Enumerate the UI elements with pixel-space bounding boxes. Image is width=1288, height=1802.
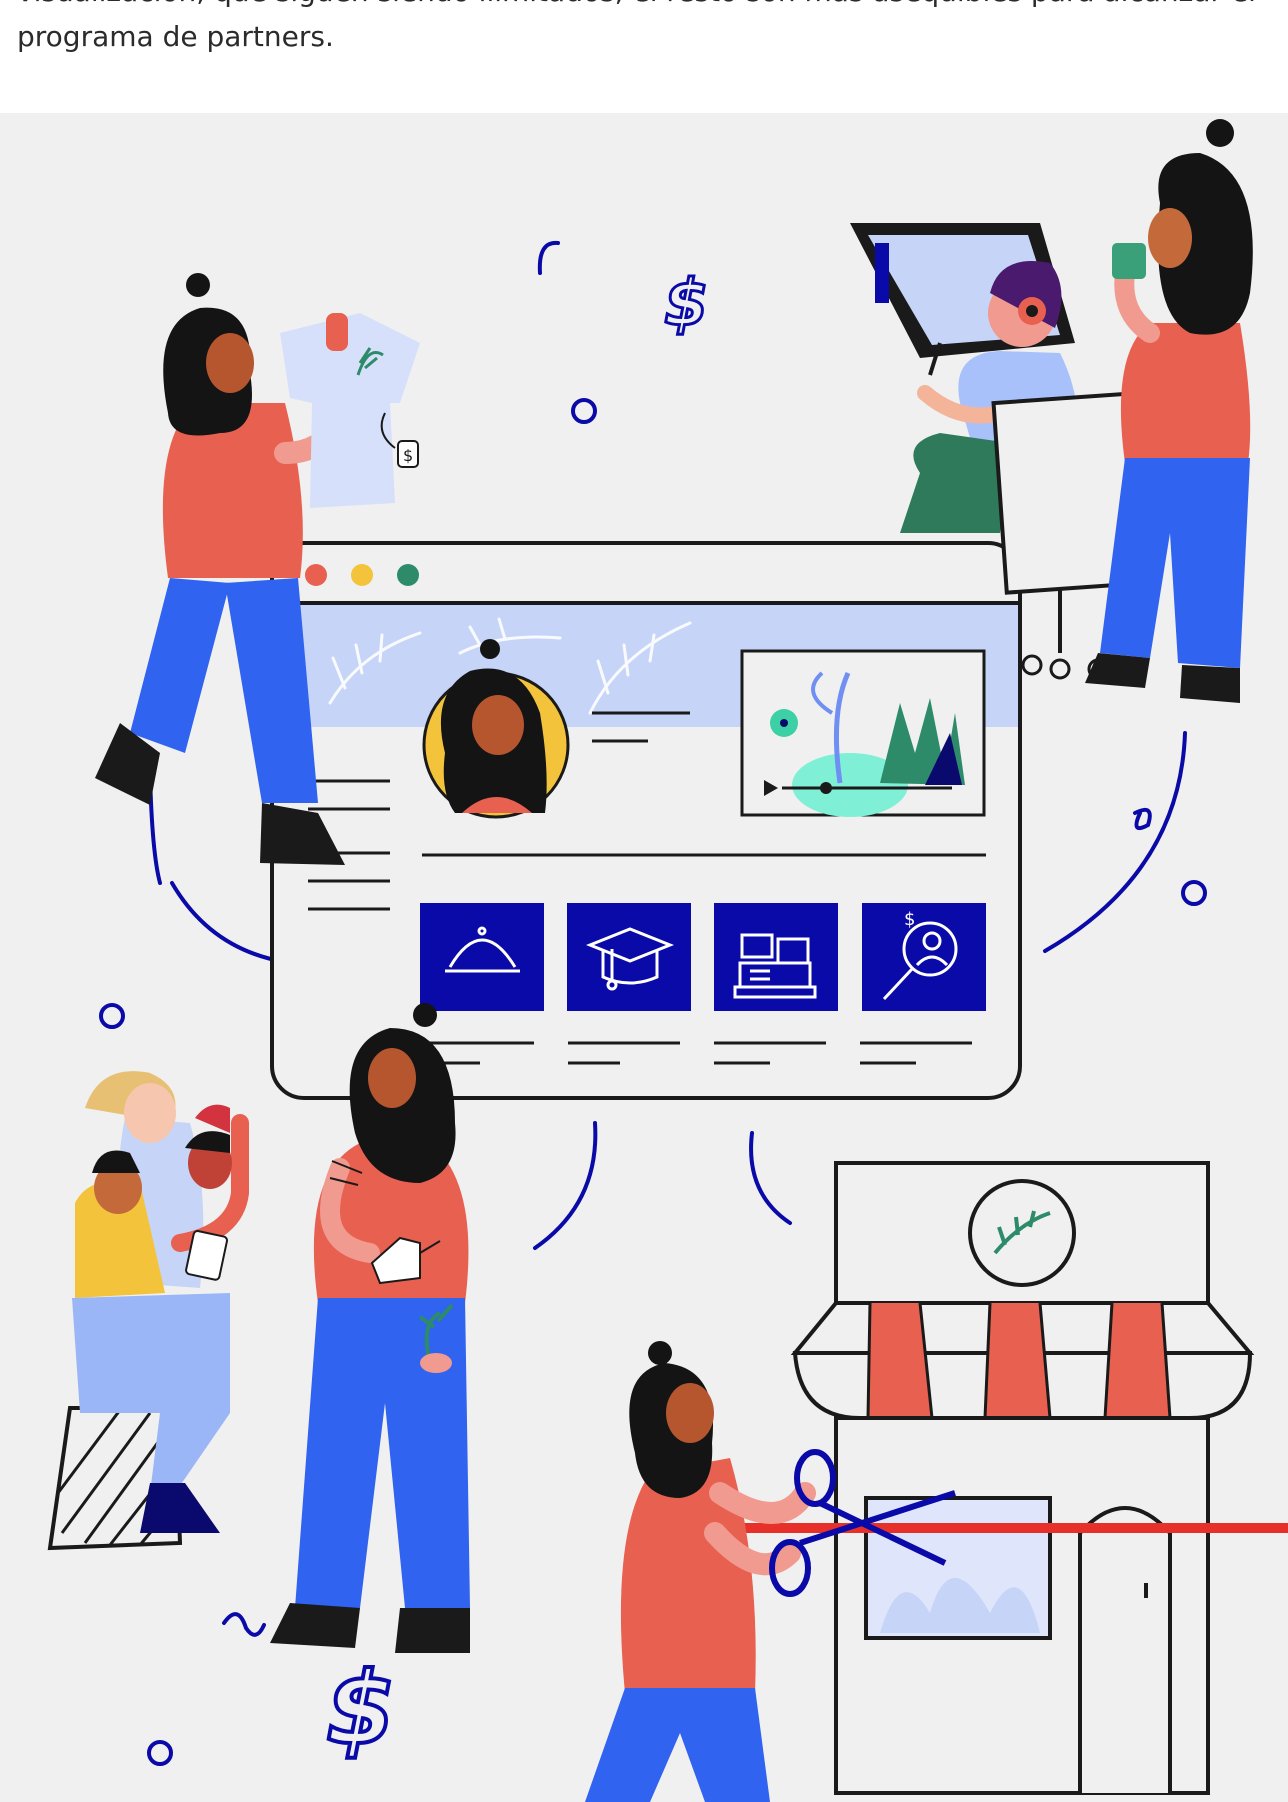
hero-illustration: $ $ $ $ bbox=[0, 113, 1288, 1802]
cash-register-icon bbox=[714, 903, 838, 1011]
article-line-1: visualización, que siguen siendo ilimita… bbox=[17, 0, 1277, 15]
video-card bbox=[740, 649, 986, 817]
svg-text:$: $ bbox=[904, 909, 915, 930]
browser-window: $ bbox=[270, 541, 1022, 1100]
article-paragraph: visualización, que siguen siendo ilimita… bbox=[17, 0, 1277, 60]
cloche-icon bbox=[420, 903, 544, 1011]
article-line-2: programa de partners. bbox=[17, 19, 334, 53]
graduation-cap-icon bbox=[567, 903, 691, 1011]
dollar-symbol-bottom: $ bbox=[326, 1650, 396, 1767]
customer-search-icon bbox=[862, 903, 986, 1011]
price-tag: $ bbox=[403, 446, 413, 465]
dollar-symbol-top: $ bbox=[664, 267, 709, 341]
